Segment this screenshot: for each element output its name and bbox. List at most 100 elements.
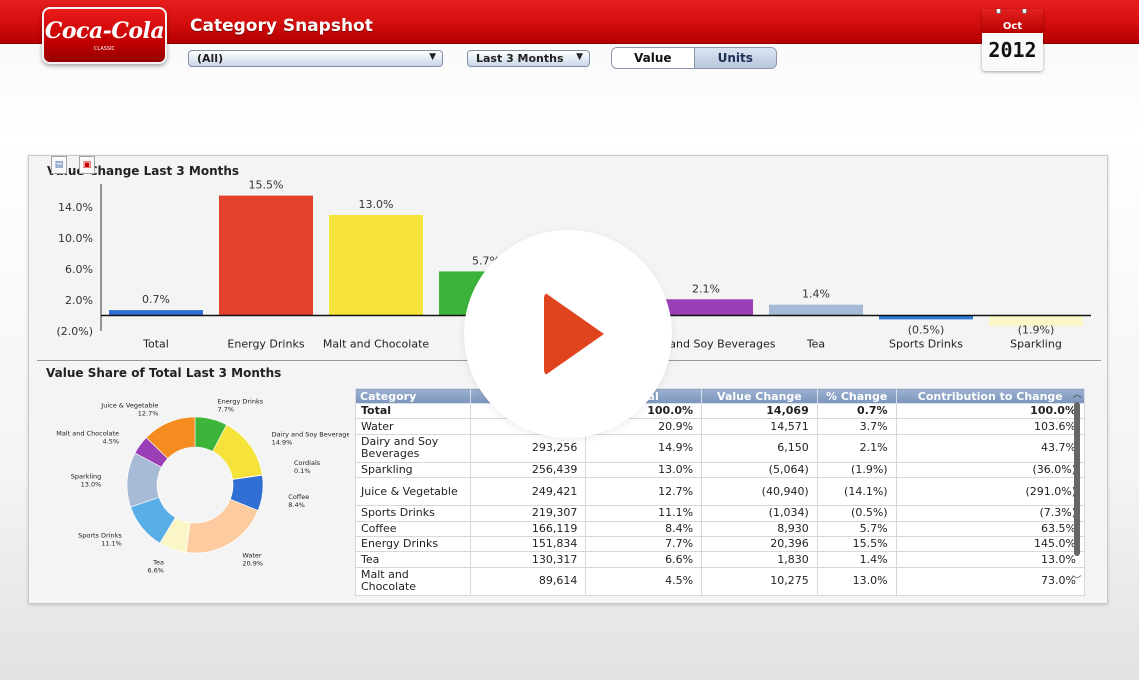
table-header-cell[interactable]: Value Change xyxy=(701,388,818,404)
bar-value-label: 15.5% xyxy=(249,179,284,192)
table-cell: 219,307 xyxy=(469,505,587,522)
x-tick-label: Sparkling xyxy=(1010,338,1062,351)
table-cell: 10,275 xyxy=(701,566,818,596)
table-row[interactable]: Malt and Chocolate 89,614 4.5% 10,275 13.0% 7… xyxy=(355,566,1086,596)
table-cell: 166,119 xyxy=(469,520,587,537)
value-share-donut-chart: Energy Drinks7.7% Dairy and Soy Beverages… xyxy=(56,397,349,574)
table-cell-category: Tea xyxy=(355,551,471,568)
table-cell: 63.5% xyxy=(895,520,1086,537)
video-play-button[interactable] xyxy=(464,230,672,438)
table-cell: 14.9% xyxy=(585,433,703,463)
table-cell: (14.1%) xyxy=(816,477,897,507)
table-cell: 249,421 xyxy=(469,477,587,507)
bar-value-label: 2.1% xyxy=(692,282,720,295)
table-cell: 13.0% xyxy=(895,551,1086,568)
period-dropdown-value: Last 3 Months xyxy=(476,52,564,65)
bar xyxy=(659,299,753,316)
table-scrollbar[interactable]: ︿ ﹀ xyxy=(1071,390,1083,586)
table-cell: 1.4% xyxy=(816,551,897,568)
table-cell: 103.6% xyxy=(895,418,1086,435)
table-cell: 151,834 xyxy=(469,535,587,553)
table-cell: 6,150 xyxy=(701,433,818,463)
page-title: Category Snapshot xyxy=(190,16,373,36)
table-cell: 130,317 xyxy=(469,551,587,568)
table-cell: 73.0% xyxy=(895,566,1086,596)
scroll-down-icon[interactable]: ﹀ xyxy=(1071,576,1083,586)
donut-slice-label: Malt and Chocolate xyxy=(56,429,119,437)
table-cell-category: Juice & Vegetable xyxy=(355,477,471,507)
bar-value-label: 13.0% xyxy=(359,198,394,211)
table-header-cell[interactable]: Category xyxy=(355,388,471,404)
donut-slice-label: Dairy and Soy Beverages xyxy=(272,430,349,438)
table-row[interactable]: Energy Drinks 151,834 7.7% 20,396 15.5% 145.0… xyxy=(355,535,1086,553)
x-tick-label: Tea xyxy=(806,338,825,351)
table-cell: (1.9%) xyxy=(816,461,897,479)
table-cell: 14,571 xyxy=(701,418,818,435)
table-header-cell[interactable]: Contribution to Change xyxy=(895,388,1086,404)
y-tick-label: 14.0% xyxy=(58,201,93,214)
scrollbar-thumb[interactable] xyxy=(1074,402,1080,556)
table-row[interactable]: Sparkling 256,439 13.0% (5,064) (1.9%) (36.0%… xyxy=(355,461,1086,479)
table-row[interactable]: Total 100.0% 14,069 0.7% 100.0% xyxy=(355,402,1086,420)
table-cell: (7.3%) xyxy=(895,505,1086,522)
pdf-icon[interactable]: ▣ xyxy=(79,156,95,174)
table-cell: 13.0% xyxy=(816,566,897,596)
play-icon xyxy=(544,292,604,376)
export-icon[interactable]: ▤ xyxy=(51,156,67,174)
units-toggle-button[interactable]: Units xyxy=(694,48,776,68)
table-cell-category: Dairy and Soy Beverages xyxy=(355,433,471,463)
bar-value-label: 1.4% xyxy=(802,288,830,301)
donut-slice-value: 20.9% xyxy=(242,560,263,568)
chevron-down-icon: ▼ xyxy=(576,52,583,62)
table-row[interactable]: Coffee 166,119 8.4% 8,930 5.7% 63.5% xyxy=(355,520,1086,537)
table-row[interactable]: Water 20.9% 14,571 3.7% 103.6% xyxy=(355,418,1086,435)
bar xyxy=(109,310,203,316)
table-row[interactable]: Sports Drinks 219,307 11.1% (1,034) (0.5%) (7… xyxy=(355,505,1086,522)
table-cell: 7.7% xyxy=(585,535,703,553)
calendar-ring xyxy=(1022,9,1027,14)
table-cell: 43.7% xyxy=(895,433,1086,463)
table-header-cell[interactable]: % Change xyxy=(816,388,897,404)
table-cell: 20,396 xyxy=(701,535,818,553)
bar xyxy=(219,195,313,316)
bar-value-label: 0.7% xyxy=(142,293,170,306)
coca-cola-logo: Coca-Cola CLASSIC xyxy=(42,7,167,64)
table-cell: 8,930 xyxy=(701,520,818,537)
table-row[interactable]: Juice & Vegetable 249,421 12.7% (40,940) (14… xyxy=(355,477,1086,507)
table-cell: 8.4% xyxy=(585,520,703,537)
table-cell-category: Sports Drinks xyxy=(355,505,471,522)
table-cell: 100.0% xyxy=(895,402,1086,420)
calendar-month: Oct xyxy=(982,9,1043,33)
table-cell: 5.7% xyxy=(816,520,897,537)
donut-slice-value: 14.9% xyxy=(272,438,293,446)
chevron-down-icon: ▼ xyxy=(429,52,436,62)
table-cell-category: Energy Drinks xyxy=(355,535,471,553)
category-dropdown[interactable]: (All) ▼ xyxy=(188,50,443,67)
donut-slice xyxy=(185,498,259,554)
period-dropdown[interactable]: Last 3 Months ▼ xyxy=(467,50,590,67)
y-tick-label: (2.0%) xyxy=(56,325,93,338)
logo-text: Coca-Cola xyxy=(44,18,165,44)
table-cell: (5,064) xyxy=(701,461,818,479)
bar xyxy=(769,304,863,316)
donut-slice-label: Tea xyxy=(152,558,164,566)
table-cell: 15.5% xyxy=(816,535,897,553)
table-cell: 12.7% xyxy=(585,477,703,507)
table-cell: 3.7% xyxy=(816,418,897,435)
scroll-up-icon[interactable]: ︿ xyxy=(1071,390,1083,400)
x-tick-label: Energy Drinks xyxy=(227,338,304,351)
y-tick-label: 2.0% xyxy=(65,294,93,307)
y-tick-label: 6.0% xyxy=(65,263,93,276)
calendar-icon[interactable]: Oct 2012 xyxy=(982,9,1043,71)
table-row[interactable]: Tea 130,317 6.6% 1,830 1.4% 13.0% xyxy=(355,551,1086,568)
table-cell-category: Coffee xyxy=(355,520,471,537)
x-tick-label: Total xyxy=(142,338,169,351)
table-row[interactable]: Dairy and Soy Beverages 293,256 14.9% 6,150… xyxy=(355,433,1086,463)
donut-slice-value: 6.6% xyxy=(147,566,164,574)
category-dropdown-value: (All) xyxy=(197,52,224,65)
table-cell: (291.0%) xyxy=(895,477,1086,507)
calendar-year: 2012 xyxy=(988,38,1037,62)
donut-slice-value: 7.7% xyxy=(218,405,235,413)
value-toggle-button[interactable]: Value xyxy=(612,48,695,68)
donut-slice-value: 13.0% xyxy=(81,480,102,488)
